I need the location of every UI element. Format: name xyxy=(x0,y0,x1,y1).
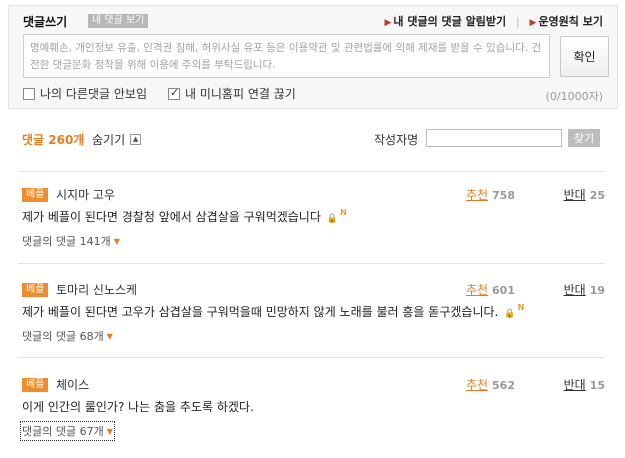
submit-button[interactable]: 확인 xyxy=(560,36,609,77)
new-icon: N xyxy=(340,208,347,217)
recommend-button[interactable]: 추천 562 xyxy=(466,376,515,393)
oppose-button[interactable]: 반대 15 xyxy=(564,376,605,393)
best-badge: 베플 xyxy=(22,283,49,297)
divider xyxy=(18,171,605,172)
oppose-count: 19 xyxy=(589,284,605,297)
divider xyxy=(18,357,605,358)
caret-down-icon: ▼ xyxy=(106,331,113,341)
oppose-button[interactable]: 반대 19 xyxy=(564,281,605,298)
hide-comments-toggle[interactable]: 숨기기 ▲ xyxy=(92,131,142,148)
recommend-label: 추천 xyxy=(465,283,489,297)
best-badge: 베플 xyxy=(22,188,49,202)
recommend-label: 추천 xyxy=(465,378,489,392)
comment-text-content: 제가 베플이 된다면 경찰청 앞에서 삼겹살을 구워먹겠습니다 xyxy=(22,210,321,224)
replies-toggle[interactable]: 댓글의 댓글 68개 ▼ xyxy=(22,328,113,344)
my-comments-tab[interactable]: 내 댓글 보기 xyxy=(88,14,149,28)
new-icon: N xyxy=(517,303,525,312)
recommend-label: 추천 xyxy=(465,188,489,202)
policy-label: 운영원칙 보기 xyxy=(538,15,603,28)
replies-label: 댓글의 댓글 141개 xyxy=(22,235,111,248)
char-count: (0/1000자) xyxy=(545,90,603,103)
collapse-up-icon[interactable]: ▲ xyxy=(130,134,142,145)
reply-alert-link[interactable]: ▶ 내 댓글의 댓글 알림받기 xyxy=(384,15,506,28)
comment-item: 베플 시지마 고우 추천 758 반대 25 제가 베플이 된다면 경찰청 앞에서 … xyxy=(18,186,605,256)
comment-write-box: 댓글쓰기 내 댓글 보기 ▶ 내 댓글의 댓글 알림받기 | ▶ 운영원칙 보기 명… xyxy=(8,5,618,109)
oppose-button[interactable]: 반대 25 xyxy=(564,186,605,203)
disconnect-minihompy-checkbox[interactable] xyxy=(168,86,180,100)
link-separator: | xyxy=(515,15,520,28)
oppose-label: 반대 xyxy=(563,378,586,392)
oppose-count: 15 xyxy=(589,379,605,392)
hide-label: 숨기기 xyxy=(92,133,126,147)
reply-alert-label: 내 댓글의 댓글 알림받기 xyxy=(393,15,507,28)
lock-icon: 🔒 xyxy=(504,309,516,319)
comment-input[interactable]: 명예훼손, 개인정보 유출, 인격권 침해, 허위사실 유포 등은 이용약관 및… xyxy=(23,34,550,78)
disconnect-minihompy-option[interactable]: 내 미니홈피 연결 끊기 xyxy=(168,85,296,102)
replies-toggle[interactable]: 댓글의 댓글 141개 ▼ xyxy=(22,233,120,249)
author-search-input[interactable] xyxy=(426,129,562,147)
comment-author[interactable]: 체이스 xyxy=(56,376,89,393)
oppose-count: 25 xyxy=(589,189,605,202)
comment-toolbar: 댓글 260개 숨기기 ▲ 작성자명 찾기 xyxy=(18,128,605,150)
comment-text-content: 이게 인간의 룰인가? 나는 춤을 추도록 하겠다. xyxy=(22,400,254,414)
recommend-count: 562 xyxy=(492,379,515,392)
arrow-right-icon: ▶ xyxy=(384,18,392,28)
divider xyxy=(18,263,605,264)
write-links: ▶ 내 댓글의 댓글 알림받기 | ▶ 운영원칙 보기 xyxy=(384,13,603,29)
recommend-button[interactable]: 추천 601 xyxy=(466,281,515,298)
comment-text-content: 제가 베플이 된다면 고우가 삼겹살을 구워먹을때 민망하지 않게 노래를 불러… xyxy=(22,305,499,319)
comment-text: 제가 베플이 된다면 고우가 삼겹살을 구워먹을때 민망하지 않게 노래를 불러… xyxy=(22,303,524,320)
disconnect-minihompy-label: 내 미니홈피 연결 끊기 xyxy=(185,87,296,101)
comment-item: 베플 토마리 신노스케 추천 601 반대 19 제가 베플이 된다면 고우가 삼겹… xyxy=(18,281,605,351)
recommend-count: 601 xyxy=(492,284,515,297)
best-badge: 베플 xyxy=(22,378,49,392)
replies-label: 댓글의 댓글 67개 xyxy=(22,425,104,438)
lock-icon: 🔒 xyxy=(326,214,339,224)
replies-label: 댓글의 댓글 68개 xyxy=(22,330,104,343)
replies-toggle[interactable]: 댓글의 댓글 67개 ▼ xyxy=(20,421,115,441)
comment-author[interactable]: 시지마 고우 xyxy=(56,186,115,203)
comment-text: 이게 인간의 룰인가? 나는 춤을 추도록 하겠다. xyxy=(22,398,254,415)
hide-other-comments-checkbox[interactable] xyxy=(23,87,35,100)
policy-link[interactable]: ▶ 운영원칙 보기 xyxy=(530,15,603,28)
find-button[interactable]: 찾기 xyxy=(568,129,600,147)
comment-count: 댓글 260개 xyxy=(22,133,85,147)
oppose-label: 반대 xyxy=(563,283,586,297)
hide-other-comments-label: 나의 다른댓글 안보임 xyxy=(40,87,147,101)
author-search-label: 작성자명 xyxy=(374,133,419,147)
oppose-label: 반대 xyxy=(563,188,586,202)
comment-author[interactable]: 토마리 신노스케 xyxy=(56,281,137,298)
hide-other-comments-option[interactable]: 나의 다른댓글 안보임 xyxy=(23,85,147,102)
recommend-button[interactable]: 추천 758 xyxy=(466,186,515,203)
recommend-count: 758 xyxy=(492,189,515,202)
caret-down-icon: ▼ xyxy=(113,236,120,246)
comment-text: 제가 베플이 된다면 경찰청 앞에서 삼겹살을 구워먹겠습니다 🔒N xyxy=(22,208,347,225)
write-title: 댓글쓰기 xyxy=(23,15,68,29)
comment-item: 베플 체이스 추천 562 반대 15 이게 인간의 룰인가? 나는 춤을 추도록 … xyxy=(18,376,605,446)
arrow-right-icon: ▶ xyxy=(529,18,537,28)
caret-down-icon: ▼ xyxy=(106,426,113,436)
